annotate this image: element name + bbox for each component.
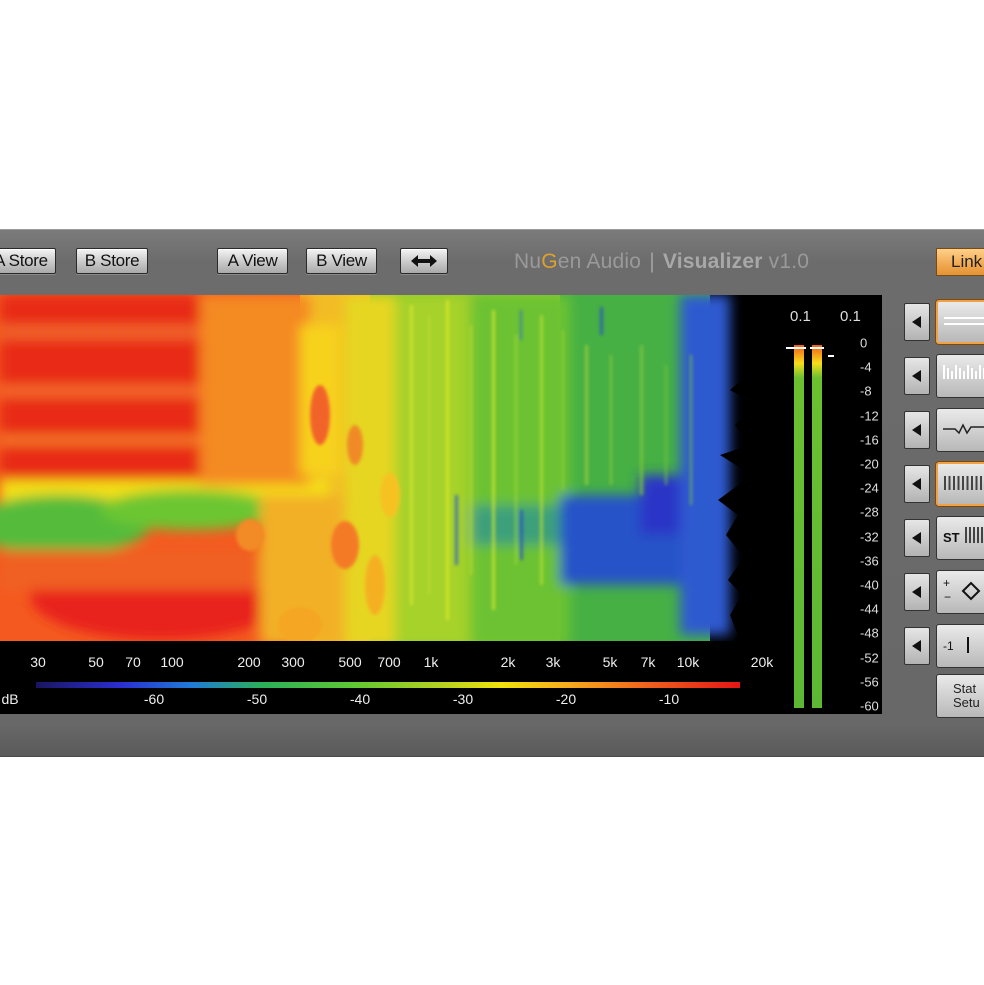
meter-scale-label: -12: [860, 408, 879, 424]
meter-scale-label: -28: [860, 504, 879, 520]
display-mode-button[interactable]: [936, 300, 984, 344]
left-peak-value: 0.1: [790, 308, 811, 325]
correlation-mode-icon: -1: [943, 637, 969, 653]
db-tick-label: -50: [246, 691, 268, 707]
brand-title: NuGen Audio | Visualizer v1.0: [514, 250, 809, 274]
frequency-tick-label: 10k: [676, 654, 700, 670]
a-store-button[interactable]: A Store: [0, 248, 56, 274]
db-tick-label: -40: [349, 691, 371, 707]
display-mode-button[interactable]: [936, 462, 984, 506]
bars-mode-icon: [943, 365, 984, 379]
link-button[interactable]: Link: [936, 248, 984, 276]
display-mode-button[interactable]: [936, 354, 984, 398]
meter-scale-label: -40: [860, 577, 879, 593]
visualizer-panel: A Store B Store A View B View NuGen Audi…: [0, 229, 984, 757]
mode-select-arrow-button[interactable]: [904, 357, 930, 395]
meter-scale-label: -16: [860, 432, 879, 448]
meter-scale-label: -20: [860, 456, 879, 472]
left-peak-hold: [792, 347, 806, 349]
mode-select-arrow-button[interactable]: [904, 573, 930, 611]
meter-scale-label: -56: [860, 674, 879, 690]
line-mode-icon: [944, 317, 984, 325]
frequency-tick-label: 1k: [423, 654, 439, 670]
db-tick-label: -10: [658, 691, 680, 707]
display-mode-button[interactable]: ST: [936, 516, 984, 560]
brand-en-audio: en Audio: [557, 250, 642, 273]
right-peak-hold: [810, 347, 824, 349]
wave-mode-icon: [943, 423, 984, 435]
meter-scale-label: -44: [860, 601, 879, 617]
level-meter: 0.1 0.1 0 -4 -8 -12 -16 -20 -24 -28 -32 -36 -40 -44…: [782, 295, 882, 714]
meter-scale-label: -60: [860, 698, 879, 714]
meter-scale-label: -8: [860, 383, 872, 399]
svg-text:ST: ST: [943, 530, 960, 545]
meter-scale-label: -48: [860, 625, 879, 641]
display-mode-button[interactable]: [936, 408, 984, 452]
frequency-tick-label: 70: [125, 654, 141, 670]
right-level-bar: [812, 345, 822, 708]
mode-select-arrow-button[interactable]: [904, 303, 930, 341]
db-tick-label: -60: [143, 691, 165, 707]
frequency-tick-label: 100: [160, 654, 184, 670]
spectrogram-mode-icon: [944, 476, 982, 490]
db-tick-label: -30: [452, 691, 474, 707]
meter-scale-label: -52: [860, 650, 879, 666]
stereo-mode-icon: ST: [943, 527, 983, 545]
brand-separator: |: [649, 250, 655, 273]
frequency-tick-label: 30: [30, 654, 46, 670]
spectrogram-display[interactable]: [0, 295, 782, 647]
b-view-button[interactable]: B View: [306, 248, 377, 274]
mode-select-arrow-button[interactable]: [904, 627, 930, 665]
status-line2: Setu: [953, 695, 980, 710]
frequency-tick-label: 50: [88, 654, 104, 670]
frequency-tick-label: 5k: [602, 654, 618, 670]
svg-text:-1: -1: [943, 639, 954, 653]
frequency-tick-label: 20k: [750, 654, 774, 670]
product-name: Visualizer: [662, 250, 763, 273]
product-version: v1.0: [768, 250, 810, 273]
status-setup-button[interactable]: Stat Setu: [936, 674, 984, 718]
frequency-tick-label: 700: [377, 654, 401, 670]
mode-select-arrow-button[interactable]: [904, 465, 930, 503]
svg-text:−: −: [944, 590, 951, 604]
display-mode-button[interactable]: -1: [936, 624, 984, 668]
a-view-button[interactable]: A View: [217, 248, 288, 274]
status-line1: Stat: [953, 681, 977, 696]
b-store-button[interactable]: B Store: [76, 248, 148, 274]
display-mode-button[interactable]: + −: [936, 570, 984, 614]
meter-scale-label: -36: [860, 553, 879, 569]
db-unit-label: dB: [1, 691, 19, 707]
db-tick-label: -20: [555, 691, 577, 707]
meter-scale-label: -4: [860, 359, 872, 375]
frequency-tick-label: 200: [237, 654, 261, 670]
spectrogram-heatmap: [0, 295, 782, 647]
double-arrow-icon: [411, 255, 437, 267]
db-gradient: [36, 682, 740, 688]
left-level-bar: [794, 345, 804, 708]
mode-select-arrow-button[interactable]: [904, 519, 930, 557]
meter-scale-label: 0: [860, 335, 868, 351]
frequency-tick-label: 500: [338, 654, 362, 670]
phase-mode-icon: +−: [943, 576, 981, 604]
swap-view-button[interactable]: [400, 248, 448, 274]
frequency-tick-label: 3k: [545, 654, 561, 670]
db-color-legend: dB -60 -50 -40 -30 -20 -10: [0, 678, 782, 714]
right-peak-tick: [828, 355, 834, 357]
frequency-tick-label: 300: [281, 654, 305, 670]
brand-nu: Nu: [514, 250, 542, 273]
meter-scale-label: -32: [860, 529, 879, 545]
svg-text:+: +: [943, 576, 950, 590]
right-peak-value: 0.1: [840, 308, 861, 325]
meter-scale-label: -24: [860, 480, 879, 496]
mode-select-arrow-button[interactable]: [904, 411, 930, 449]
frequency-tick-label: 2k: [500, 654, 516, 670]
brand-g: G: [541, 250, 558, 273]
frequency-tick-label: 7k: [640, 654, 656, 670]
frequency-axis: 30 50 70 100 200 300 500 700 1k 2k 3k 5k 7k 10k 20k: [0, 647, 782, 678]
